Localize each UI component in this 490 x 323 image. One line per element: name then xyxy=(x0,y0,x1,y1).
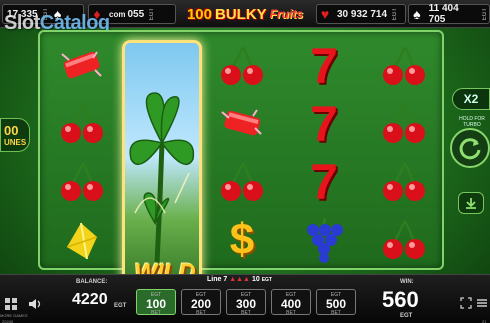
bet-400-button[interactable]: EGT 400 BET xyxy=(271,289,311,316)
hold-for-turbo-label: HOLD FOR TURBO xyxy=(459,116,485,128)
seven-icon: 7 xyxy=(310,154,338,210)
refresh-icon xyxy=(459,138,481,160)
cherry-icon xyxy=(370,212,438,268)
cherry-burst-icon xyxy=(48,38,116,94)
menu-button[interactable] xyxy=(474,295,490,311)
reel-area: $ 7 7 7 WILD xyxy=(38,30,444,298)
bet-200-button[interactable]: EGT 200 BET xyxy=(181,289,221,316)
menu-icon xyxy=(477,299,487,307)
multiplier-badge: X2 xyxy=(452,88,490,110)
balance-label: BALANCE: xyxy=(76,279,108,285)
right-controls: X2 HOLD FOR TURBO xyxy=(448,88,490,218)
cherry-icon xyxy=(208,38,276,94)
more-games-button[interactable] xyxy=(2,295,20,313)
download-icon xyxy=(466,198,476,209)
sound-button[interactable] xyxy=(26,295,44,313)
reel-3: $ xyxy=(204,36,280,268)
jackpot-3: ♥ 30 932 714 EGT xyxy=(316,4,406,24)
cherry-icon xyxy=(48,96,116,152)
triangle-icon: ▲▲▲ xyxy=(229,276,250,283)
jackpot-2-value: 055 xyxy=(127,8,145,20)
game-logo: 100 BULKY Fruits xyxy=(186,5,304,23)
cherry-icon xyxy=(370,154,438,210)
balance-value: 4220 xyxy=(72,291,108,308)
cherry-icon xyxy=(208,154,276,210)
reel-5 xyxy=(366,36,442,268)
cherry-icon xyxy=(48,154,116,210)
autoplay-button[interactable] xyxy=(458,192,484,214)
heart-icon: ♥ xyxy=(320,6,330,22)
seven-icon: 7 xyxy=(310,38,338,94)
line-win-info: Line 7 ▲▲▲ 10 EGT xyxy=(207,276,272,283)
reel-4: 7 7 7 xyxy=(286,36,362,268)
grapes-icon xyxy=(290,212,358,268)
spade-icon: ♠ xyxy=(413,6,421,22)
bet-500-button[interactable]: EGT 500 BET xyxy=(316,289,356,316)
wild-expanded-reel: WILD xyxy=(122,40,202,298)
dollar-icon: $ xyxy=(229,215,255,264)
cherry-icon xyxy=(370,38,438,94)
grid-icon xyxy=(5,298,17,310)
slot-game-screen: 17 335 EGT ♠ ♦ com 055 EGT 100 BULKY Fru… xyxy=(0,0,490,323)
spin-button[interactable] xyxy=(450,128,490,168)
win-value: 560 xyxy=(382,287,419,312)
reel-1 xyxy=(44,36,120,268)
cherry-icon xyxy=(370,96,438,152)
jackpot-3-value: 30 932 714 xyxy=(337,8,388,20)
seven-icon: 7 xyxy=(310,96,338,152)
cherry-burst-icon xyxy=(208,96,276,152)
lemon-icon xyxy=(48,212,116,268)
jackpot-4: ♠ 11 404 705 EGT xyxy=(408,3,490,25)
bet-300-button[interactable]: EGT 300 BET xyxy=(226,289,266,316)
win-label: WIN: xyxy=(400,279,414,285)
free-spins-badge: 00 UNES xyxy=(0,118,30,152)
speaker-icon xyxy=(29,299,41,309)
fullscreen-icon xyxy=(460,297,472,309)
fullscreen-button[interactable] xyxy=(458,295,474,311)
more-games-label: MORE GAMES xyxy=(0,313,28,318)
clover-icon xyxy=(129,92,195,264)
jackpot-4-value: 11 404 705 xyxy=(428,3,459,25)
bet-100-button[interactable]: EGT 100 BET xyxy=(136,289,176,316)
